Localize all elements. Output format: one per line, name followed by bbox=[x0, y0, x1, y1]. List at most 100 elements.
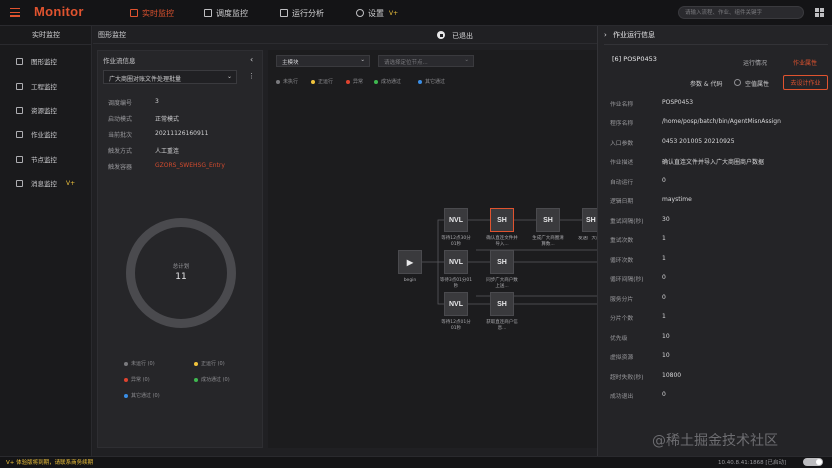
graph-node[interactable]: SH bbox=[490, 292, 514, 316]
sidebar-title: 实时监控 bbox=[32, 31, 60, 39]
apps-grid-icon[interactable] bbox=[815, 8, 824, 17]
nav-settings[interactable]: 设置 V+ bbox=[356, 6, 398, 20]
sidebar-item-node-monitor[interactable]: 节点监控 bbox=[0, 151, 92, 167]
chevron-right-icon[interactable]: › bbox=[604, 31, 607, 39]
vplus-badge: V+ bbox=[389, 9, 399, 17]
sidebar-item-label: 节点监控 bbox=[31, 156, 57, 164]
begin-node[interactable]: ▶ bbox=[398, 250, 422, 274]
sidebar-item-message-monitor[interactable]: 消息监控 V+ bbox=[0, 175, 92, 191]
stop-icon[interactable] bbox=[437, 31, 445, 39]
field-key: 作业描述 bbox=[610, 160, 634, 166]
legend-dot bbox=[346, 79, 350, 84]
bottom-status-bar bbox=[0, 456, 832, 468]
field-key: 循环间隔(秒) bbox=[610, 277, 644, 283]
legend-label: 成功通过 (0) bbox=[201, 377, 230, 383]
node-label: 同步广大商户数上送... bbox=[486, 278, 518, 289]
field-key: 启动模式 bbox=[108, 116, 133, 123]
node-locate-select[interactable]: 请选择定位节点... ⌄ bbox=[378, 55, 474, 67]
field-value: 30 bbox=[662, 216, 670, 223]
field-value: 1 bbox=[662, 313, 666, 320]
legend-item: 其它通过 (0) bbox=[124, 392, 160, 399]
checkbox-label: 空值属性 bbox=[745, 81, 770, 88]
job-select[interactable]: 广大商圈对账文件处理批量 ⌄ bbox=[103, 70, 237, 84]
field-key: 入口参数 bbox=[610, 141, 634, 147]
nav-realtime-monitor[interactable]: 实时监控 bbox=[130, 6, 174, 20]
legend-dot bbox=[194, 377, 198, 382]
field-key: 自动运行 bbox=[610, 180, 634, 186]
field-value: 1 bbox=[662, 255, 666, 262]
node-label: 等待3点01分01秒 bbox=[439, 278, 473, 289]
field-value: 10 bbox=[662, 333, 670, 340]
message-icon bbox=[16, 179, 23, 187]
legend-item: 成功通过 (0) bbox=[194, 376, 230, 383]
graph-node-selected[interactable]: SH bbox=[490, 208, 514, 232]
tab-params-code[interactable]: 参数 & 代码 bbox=[690, 79, 723, 88]
graph-node[interactable]: NVL bbox=[444, 208, 468, 232]
panel-title: 作业流信息 bbox=[103, 57, 136, 65]
chevron-down-icon: ⌄ bbox=[226, 73, 232, 80]
nav-label: 设置 bbox=[368, 8, 384, 18]
legend-dot bbox=[124, 393, 128, 398]
collapse-icon[interactable]: ‹ bbox=[250, 55, 253, 64]
go-design-job-button[interactable]: 去设计作业 bbox=[783, 75, 828, 90]
calendar-icon bbox=[204, 9, 212, 17]
legend-label: 正运行 bbox=[318, 79, 334, 85]
more-icon[interactable]: ⋮ bbox=[248, 72, 255, 80]
node-label: 发送广大商圈清算... bbox=[578, 236, 598, 241]
tab-job-attributes[interactable]: 作业属性 bbox=[793, 58, 817, 67]
field-key: 超时失败(秒) bbox=[610, 375, 644, 381]
field-value: maystime bbox=[662, 196, 692, 203]
nav-run-analysis[interactable]: 运行分析 bbox=[280, 6, 324, 20]
field-value: 0 bbox=[662, 294, 666, 301]
gear-icon bbox=[356, 9, 364, 17]
sidebar-item-project-monitor[interactable]: 工程监控 bbox=[0, 78, 92, 94]
node-label: 生成广大商圈清算数... bbox=[532, 236, 564, 247]
status-toggle[interactable] bbox=[803, 458, 823, 466]
status-legend-item: 异常 bbox=[346, 78, 363, 85]
field-value: 20211126160911 bbox=[155, 130, 209, 137]
field-key: 循环次数 bbox=[610, 258, 634, 264]
legend-dot bbox=[124, 377, 128, 382]
graph-node[interactable]: NVL bbox=[444, 250, 468, 274]
search-input[interactable] bbox=[678, 6, 804, 19]
menu-icon[interactable] bbox=[10, 8, 20, 17]
empty-attr-checkbox[interactable] bbox=[734, 79, 741, 86]
node-label: begin bbox=[403, 278, 417, 283]
field-key: 成功退出 bbox=[610, 394, 634, 400]
sidebar-item-label: 工程监控 bbox=[31, 83, 57, 91]
tab-run-status[interactable]: 运行情况 bbox=[743, 58, 767, 67]
nav-label: 运行分析 bbox=[292, 8, 324, 18]
field-key: 作业名称 bbox=[610, 102, 634, 108]
field-value: 正常模式 bbox=[155, 116, 180, 123]
sidebar-item-label: 作业监控 bbox=[31, 131, 57, 139]
node-label: 等待12点30分01秒 bbox=[441, 236, 471, 247]
node-locate-placeholder: 请选择定位节点... bbox=[384, 60, 428, 66]
field-key: 逻辑日期 bbox=[610, 199, 634, 205]
field-key: 优先级 bbox=[610, 336, 628, 342]
field-key: 重试次数 bbox=[610, 238, 634, 244]
status-legend-item: 未执行 bbox=[276, 78, 298, 85]
legend-label: 未运行 (0) bbox=[131, 361, 155, 367]
sidebar-item-job-monitor[interactable]: 作业监控 bbox=[0, 126, 92, 142]
resource-icon bbox=[16, 106, 23, 114]
legend-label: 其它通过 bbox=[425, 79, 446, 85]
module-select[interactable]: 主模块 ⌄ bbox=[276, 55, 370, 67]
job-select-value: 广大商圈对账文件处理批量 bbox=[109, 76, 182, 83]
sidebar-item-label: 资源监控 bbox=[31, 107, 57, 115]
field-value: 人工重连 bbox=[155, 148, 180, 155]
sidebar-item-resource-monitor[interactable]: 资源监控 bbox=[0, 102, 92, 118]
field-key: 触发方式 bbox=[108, 148, 133, 155]
legend-label: 成功通过 bbox=[381, 79, 402, 85]
node-label: 获取直连商户信息... bbox=[486, 320, 518, 331]
graph-node[interactable]: NVL bbox=[444, 292, 468, 316]
field-value: /home/posp/batch/bin/AgentMisnAssign bbox=[662, 118, 781, 125]
field-key: 调度编号 bbox=[108, 100, 133, 107]
chart-icon bbox=[280, 9, 288, 17]
nav-schedule-monitor[interactable]: 调度监控 bbox=[204, 6, 248, 20]
sidebar-item-graph-monitor[interactable]: 图形监控 bbox=[0, 53, 92, 69]
field-key: 触发容器 bbox=[108, 164, 133, 171]
legend-label: 未执行 bbox=[283, 79, 299, 85]
graph-node[interactable]: SH bbox=[490, 250, 514, 274]
graph-node[interactable]: SH bbox=[536, 208, 560, 232]
graph-node[interactable]: SH bbox=[582, 208, 598, 232]
